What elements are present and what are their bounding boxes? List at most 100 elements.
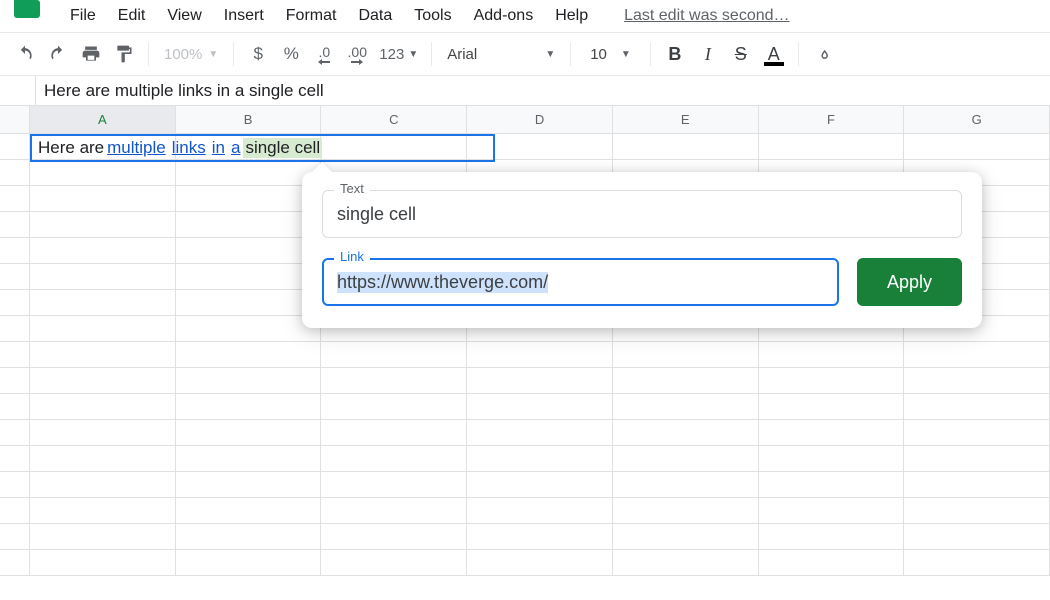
grid-cell[interactable] [176, 212, 322, 238]
grid-cell[interactable] [321, 498, 467, 524]
grid-cell[interactable] [30, 368, 176, 394]
grid-cell[interactable] [613, 394, 759, 420]
grid-cell[interactable] [176, 342, 322, 368]
row-header[interactable] [0, 446, 30, 472]
row-header[interactable] [0, 498, 30, 524]
grid-cell[interactable] [759, 134, 905, 160]
formula-bar[interactable]: Here are multiple links in a single cell [0, 76, 1050, 106]
row-header[interactable] [0, 290, 30, 316]
column-header-c[interactable]: C [321, 106, 467, 134]
row-header[interactable] [0, 264, 30, 290]
grid-cell[interactable] [30, 160, 176, 186]
grid-cell[interactable] [904, 134, 1050, 160]
grid-cell[interactable] [176, 498, 322, 524]
undo-button[interactable] [10, 39, 40, 69]
row-header[interactable] [0, 186, 30, 212]
grid-cell[interactable] [467, 342, 613, 368]
grid-cell[interactable] [321, 446, 467, 472]
grid-cell[interactable] [176, 290, 322, 316]
menu-help[interactable]: Help [545, 3, 598, 29]
grid-cell[interactable] [321, 342, 467, 368]
menu-view[interactable]: View [157, 3, 211, 29]
grid-cell[interactable] [904, 368, 1050, 394]
text-color-button[interactable]: A [759, 39, 789, 69]
row-header[interactable] [0, 316, 30, 342]
column-header-d[interactable]: D [467, 106, 613, 134]
grid-cell[interactable] [176, 368, 322, 394]
grid-cell[interactable] [176, 264, 322, 290]
grid-cell[interactable] [613, 420, 759, 446]
grid-cell[interactable] [30, 498, 176, 524]
grid-cell[interactable] [321, 420, 467, 446]
grid-cell[interactable] [613, 498, 759, 524]
grid-cell[interactable] [467, 550, 613, 576]
menu-format[interactable]: Format [276, 3, 347, 29]
grid-cell[interactable] [30, 290, 176, 316]
grid-cell[interactable] [30, 316, 176, 342]
grid-cell[interactable] [467, 420, 613, 446]
cell-link-3[interactable]: in [212, 138, 225, 158]
apply-button[interactable]: Apply [857, 258, 962, 306]
grid-cell[interactable] [613, 134, 759, 160]
grid-cell[interactable] [30, 342, 176, 368]
grid-cell[interactable] [30, 186, 176, 212]
grid-cell[interactable] [176, 394, 322, 420]
grid-cell[interactable] [30, 524, 176, 550]
menu-edit[interactable]: Edit [108, 3, 156, 29]
decrease-decimal-button[interactable]: .0 [309, 39, 339, 69]
grid-cell[interactable] [759, 394, 905, 420]
cell-a1-content[interactable]: Here are multiple links in a single cell [34, 136, 322, 160]
grid-cell[interactable] [613, 550, 759, 576]
italic-button[interactable]: I [693, 39, 723, 69]
row-header[interactable] [0, 368, 30, 394]
last-edit-link[interactable]: Last edit was second… [614, 3, 799, 29]
grid-cell[interactable] [30, 420, 176, 446]
format-percent-button[interactable]: % [276, 39, 306, 69]
grid-cell[interactable] [321, 134, 467, 160]
column-header-f[interactable]: F [759, 106, 905, 134]
grid-cell[interactable] [759, 368, 905, 394]
spreadsheet-grid[interactable]: A B C D E F G Here are multiple links in… [0, 106, 1050, 576]
cell-link-2[interactable]: links [172, 138, 206, 158]
grid-cell[interactable] [904, 550, 1050, 576]
grid-cell[interactable] [321, 550, 467, 576]
grid-cell[interactable] [904, 342, 1050, 368]
fill-color-button[interactable] [808, 39, 838, 69]
grid-cell[interactable] [759, 420, 905, 446]
grid-cell[interactable] [904, 394, 1050, 420]
grid-cell[interactable] [30, 550, 176, 576]
grid-cell[interactable] [176, 420, 322, 446]
grid-cell[interactable] [30, 264, 176, 290]
grid-cell[interactable] [176, 550, 322, 576]
menu-addons[interactable]: Add-ons [464, 3, 544, 29]
row-header[interactable] [0, 420, 30, 446]
menu-data[interactable]: Data [348, 3, 402, 29]
grid-cell[interactable] [467, 368, 613, 394]
zoom-dropdown[interactable]: 100% ▼ [158, 46, 224, 63]
column-header-b[interactable]: B [176, 106, 322, 134]
row-header[interactable] [0, 238, 30, 264]
row-header[interactable] [0, 472, 30, 498]
grid-cell[interactable] [321, 472, 467, 498]
row-header[interactable] [0, 212, 30, 238]
grid-cell[interactable] [759, 446, 905, 472]
paint-format-button[interactable] [109, 39, 139, 69]
grid-cell[interactable] [759, 342, 905, 368]
row-header[interactable] [0, 394, 30, 420]
grid-cell[interactable] [467, 394, 613, 420]
grid-cell[interactable] [176, 446, 322, 472]
grid-cell[interactable] [467, 446, 613, 472]
grid-cell[interactable] [321, 524, 467, 550]
link-url-input[interactable] [322, 258, 839, 306]
grid-cell[interactable] [176, 186, 322, 212]
row-header[interactable] [0, 550, 30, 576]
font-size-dropdown[interactable]: 10 ▼ [580, 46, 641, 63]
grid-cell[interactable] [321, 368, 467, 394]
link-text-input[interactable] [322, 190, 962, 238]
cell-link-4[interactable]: a [231, 138, 240, 158]
menu-tools[interactable]: Tools [404, 3, 461, 29]
bold-button[interactable]: B [660, 39, 690, 69]
column-header-e[interactable]: E [613, 106, 759, 134]
print-button[interactable] [76, 39, 106, 69]
grid-cell[interactable] [467, 134, 613, 160]
